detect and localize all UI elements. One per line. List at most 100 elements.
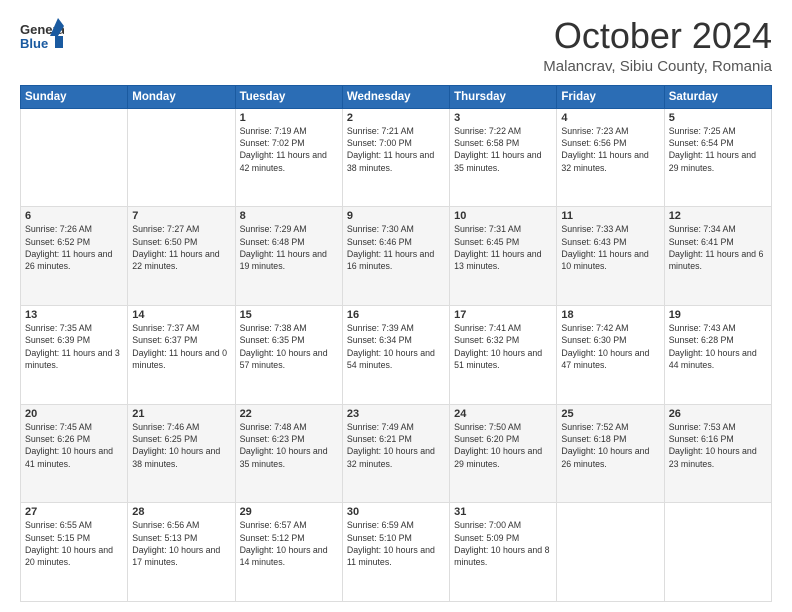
day-number: 19 [669,309,767,321]
table-row: 16Sunrise: 7:39 AM Sunset: 6:34 PM Dayli… [342,305,449,404]
table-row: 20Sunrise: 7:45 AM Sunset: 6:26 PM Dayli… [21,404,128,503]
table-row: 4Sunrise: 7:23 AM Sunset: 6:56 PM Daylig… [557,108,664,207]
day-number: 2 [347,112,445,124]
day-number: 6 [25,210,123,222]
col-monday: Monday [128,85,235,108]
day-content: Sunrise: 7:50 AM Sunset: 6:20 PM Dayligh… [454,421,552,470]
calendar-week-row: 1Sunrise: 7:19 AM Sunset: 7:02 PM Daylig… [21,108,772,207]
table-row: 9Sunrise: 7:30 AM Sunset: 6:46 PM Daylig… [342,207,449,306]
day-number: 31 [454,506,552,518]
day-content: Sunrise: 6:57 AM Sunset: 5:12 PM Dayligh… [240,519,338,568]
col-sunday: Sunday [21,85,128,108]
day-content: Sunrise: 7:30 AM Sunset: 6:46 PM Dayligh… [347,223,445,272]
day-content: Sunrise: 7:48 AM Sunset: 6:23 PM Dayligh… [240,421,338,470]
day-number: 21 [132,408,230,420]
day-content: Sunrise: 7:38 AM Sunset: 6:35 PM Dayligh… [240,322,338,371]
day-content: Sunrise: 7:35 AM Sunset: 6:39 PM Dayligh… [25,322,123,371]
table-row: 1Sunrise: 7:19 AM Sunset: 7:02 PM Daylig… [235,108,342,207]
day-content: Sunrise: 7:19 AM Sunset: 7:02 PM Dayligh… [240,125,338,174]
table-row: 21Sunrise: 7:46 AM Sunset: 6:25 PM Dayli… [128,404,235,503]
day-number: 20 [25,408,123,420]
day-number: 5 [669,112,767,124]
col-tuesday: Tuesday [235,85,342,108]
table-row: 25Sunrise: 7:52 AM Sunset: 6:18 PM Dayli… [557,404,664,503]
location: Malancrav, Sibiu County, Romania [543,58,772,75]
day-number: 25 [561,408,659,420]
table-row: 19Sunrise: 7:43 AM Sunset: 6:28 PM Dayli… [664,305,771,404]
table-row: 11Sunrise: 7:33 AM Sunset: 6:43 PM Dayli… [557,207,664,306]
table-row: 13Sunrise: 7:35 AM Sunset: 6:39 PM Dayli… [21,305,128,404]
day-number: 30 [347,506,445,518]
day-number: 1 [240,112,338,124]
day-number: 12 [669,210,767,222]
table-row: 22Sunrise: 7:48 AM Sunset: 6:23 PM Dayli… [235,404,342,503]
day-content: Sunrise: 7:39 AM Sunset: 6:34 PM Dayligh… [347,322,445,371]
calendar-week-row: 6Sunrise: 7:26 AM Sunset: 6:52 PM Daylig… [21,207,772,306]
table-row [664,503,771,602]
calendar-week-row: 20Sunrise: 7:45 AM Sunset: 6:26 PM Dayli… [21,404,772,503]
table-row: 3Sunrise: 7:22 AM Sunset: 6:58 PM Daylig… [450,108,557,207]
day-content: Sunrise: 7:34 AM Sunset: 6:41 PM Dayligh… [669,223,767,272]
col-thursday: Thursday [450,85,557,108]
table-row: 6Sunrise: 7:26 AM Sunset: 6:52 PM Daylig… [21,207,128,306]
table-row: 23Sunrise: 7:49 AM Sunset: 6:21 PM Dayli… [342,404,449,503]
table-row: 8Sunrise: 7:29 AM Sunset: 6:48 PM Daylig… [235,207,342,306]
day-content: Sunrise: 7:26 AM Sunset: 6:52 PM Dayligh… [25,223,123,272]
table-row: 2Sunrise: 7:21 AM Sunset: 7:00 PM Daylig… [342,108,449,207]
day-content: Sunrise: 7:53 AM Sunset: 6:16 PM Dayligh… [669,421,767,470]
day-number: 23 [347,408,445,420]
day-content: Sunrise: 7:25 AM Sunset: 6:54 PM Dayligh… [669,125,767,174]
table-row: 15Sunrise: 7:38 AM Sunset: 6:35 PM Dayli… [235,305,342,404]
table-row: 14Sunrise: 7:37 AM Sunset: 6:37 PM Dayli… [128,305,235,404]
col-saturday: Saturday [664,85,771,108]
day-content: Sunrise: 7:23 AM Sunset: 6:56 PM Dayligh… [561,125,659,174]
day-content: Sunrise: 7:45 AM Sunset: 6:26 PM Dayligh… [25,421,123,470]
table-row [557,503,664,602]
calendar-table: Sunday Monday Tuesday Wednesday Thursday… [20,85,772,602]
table-row: 7Sunrise: 7:27 AM Sunset: 6:50 PM Daylig… [128,207,235,306]
day-number: 14 [132,309,230,321]
logo: General Blue [20,16,64,60]
day-content: Sunrise: 7:49 AM Sunset: 6:21 PM Dayligh… [347,421,445,470]
day-number: 18 [561,309,659,321]
day-number: 22 [240,408,338,420]
day-content: Sunrise: 7:33 AM Sunset: 6:43 PM Dayligh… [561,223,659,272]
day-content: Sunrise: 7:43 AM Sunset: 6:28 PM Dayligh… [669,322,767,371]
day-content: Sunrise: 7:52 AM Sunset: 6:18 PM Dayligh… [561,421,659,470]
day-content: Sunrise: 7:41 AM Sunset: 6:32 PM Dayligh… [454,322,552,371]
day-content: Sunrise: 7:37 AM Sunset: 6:37 PM Dayligh… [132,322,230,371]
day-content: Sunrise: 6:56 AM Sunset: 5:13 PM Dayligh… [132,519,230,568]
day-number: 29 [240,506,338,518]
day-number: 27 [25,506,123,518]
day-content: Sunrise: 7:29 AM Sunset: 6:48 PM Dayligh… [240,223,338,272]
table-row: 29Sunrise: 6:57 AM Sunset: 5:12 PM Dayli… [235,503,342,602]
day-content: Sunrise: 6:59 AM Sunset: 5:10 PM Dayligh… [347,519,445,568]
table-row: 12Sunrise: 7:34 AM Sunset: 6:41 PM Dayli… [664,207,771,306]
title-area: October 2024 Malancrav, Sibiu County, Ro… [543,16,772,75]
day-number: 10 [454,210,552,222]
day-content: Sunrise: 7:21 AM Sunset: 7:00 PM Dayligh… [347,125,445,174]
header: General Blue October 2024 Malancrav, Sib… [20,16,772,75]
day-number: 9 [347,210,445,222]
day-content: Sunrise: 7:31 AM Sunset: 6:45 PM Dayligh… [454,223,552,272]
page: General Blue October 2024 Malancrav, Sib… [0,0,792,612]
day-content: Sunrise: 7:00 AM Sunset: 5:09 PM Dayligh… [454,519,552,568]
table-row: 26Sunrise: 7:53 AM Sunset: 6:16 PM Dayli… [664,404,771,503]
table-row: 5Sunrise: 7:25 AM Sunset: 6:54 PM Daylig… [664,108,771,207]
day-number: 13 [25,309,123,321]
day-number: 17 [454,309,552,321]
day-number: 15 [240,309,338,321]
table-row [21,108,128,207]
table-row: 17Sunrise: 7:41 AM Sunset: 6:32 PM Dayli… [450,305,557,404]
table-row: 31Sunrise: 7:00 AM Sunset: 5:09 PM Dayli… [450,503,557,602]
table-row: 28Sunrise: 6:56 AM Sunset: 5:13 PM Dayli… [128,503,235,602]
month-title: October 2024 [543,16,772,56]
day-content: Sunrise: 6:55 AM Sunset: 5:15 PM Dayligh… [25,519,123,568]
table-row: 18Sunrise: 7:42 AM Sunset: 6:30 PM Dayli… [557,305,664,404]
day-number: 4 [561,112,659,124]
calendar-week-row: 13Sunrise: 7:35 AM Sunset: 6:39 PM Dayli… [21,305,772,404]
day-number: 8 [240,210,338,222]
svg-text:Blue: Blue [20,36,48,51]
day-content: Sunrise: 7:22 AM Sunset: 6:58 PM Dayligh… [454,125,552,174]
calendar-header-row: Sunday Monday Tuesday Wednesday Thursday… [21,85,772,108]
